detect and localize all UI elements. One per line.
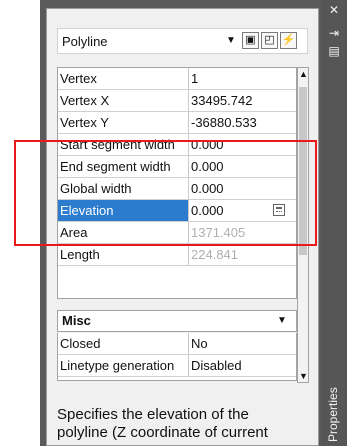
property-row[interactable]: Length 224.841 [58,244,296,266]
property-label: Linetype generation [60,358,175,373]
column-divider [188,222,189,243]
column-divider [188,333,189,354]
property-value[interactable]: 0.000 [191,137,291,152]
property-row[interactable]: Closed No [58,333,296,355]
property-value[interactable]: 33495.742 [191,93,291,108]
property-label: Closed [60,336,101,351]
property-label: Global width [60,181,132,196]
scroll-up-icon[interactable]: ▲ [299,70,308,79]
property-value[interactable]: No [191,336,291,351]
property-value[interactable]: -36880.533 [191,115,291,130]
property-label: End segment width [60,159,171,174]
property-label: Elevation [58,200,188,221]
property-row[interactable]: Vertex Y -36880.533 [58,112,296,134]
property-row[interactable]: Vertex X 33495.742 [58,90,296,112]
property-label: Vertex X [60,93,110,108]
geometry-property-grid: Vertex 1 Vertex X 33495.742 Vertex Y -36… [57,67,297,299]
quick-select-icon[interactable]: ⚡ [280,32,297,49]
property-value[interactable]: Disabled [191,358,291,373]
column-divider [188,68,189,89]
palette-titlebar: ✕ ⇥ ▤ Properties [321,0,347,446]
palette-title: Properties [326,387,340,442]
column-divider [188,90,189,111]
vertical-scrollbar[interactable]: ▲ ▼ [297,67,309,383]
collapse-icon[interactable]: ▼ [277,315,287,326]
property-description: Specifies the elevation of the polyline … [57,406,268,441]
property-row[interactable]: Global width 0.000 [58,178,296,200]
column-divider [188,355,189,376]
property-label: Start segment width [60,137,175,152]
property-label: Vertex Y [60,115,109,130]
object-type-label: Polyline [62,34,108,49]
property-value[interactable]: 0.000 [191,181,291,196]
object-type-dropdown[interactable]: Polyline ▼ ▣ ◰ ⚡ [57,28,308,54]
property-row[interactable]: End segment width 0.000 [58,156,296,178]
chevron-down-icon[interactable]: ▼ [226,35,236,46]
property-row-selected[interactable]: Elevation 0.000 [58,200,296,222]
column-divider [188,112,189,133]
autohide-icon[interactable]: ⇥ [328,27,340,39]
scrollbar-thumb[interactable] [299,87,307,255]
properties-menu-icon[interactable]: ▤ [328,45,340,57]
screenshot-canvas: ✕ ⇥ ▤ Properties Polyline ▼ ▣ ◰ ⚡ Vertex… [0,0,347,446]
misc-property-grid: Closed No Linetype generation Disabled [57,333,297,381]
property-label: Area [60,225,88,240]
column-divider [188,200,189,221]
calculator-icon[interactable] [273,204,285,216]
property-row[interactable]: Area 1371.405 [58,222,296,244]
misc-section-header[interactable]: Misc ▼ [57,310,297,332]
scroll-down-icon[interactable]: ▼ [299,372,308,381]
pickadd-icon[interactable]: ▣ [242,32,259,49]
property-row[interactable]: Linetype generation Disabled [58,355,296,377]
property-value[interactable]: 1 [191,71,291,86]
column-divider [188,244,189,265]
select-objects-icon[interactable]: ◰ [261,32,278,49]
column-divider [188,178,189,199]
property-label: Vertex [60,71,97,86]
property-row[interactable]: Start segment width 0.000 [58,134,296,156]
property-value: 224.841 [191,247,238,262]
property-label: Length [60,247,100,262]
misc-section-title: Misc [62,313,91,328]
property-row[interactable]: Vertex 1 [58,68,296,90]
property-value: 1371.405 [191,225,246,240]
column-divider [188,156,189,177]
property-value[interactable]: 0.000 [191,159,291,174]
column-divider [188,134,189,155]
close-icon[interactable]: ✕ [328,4,340,16]
